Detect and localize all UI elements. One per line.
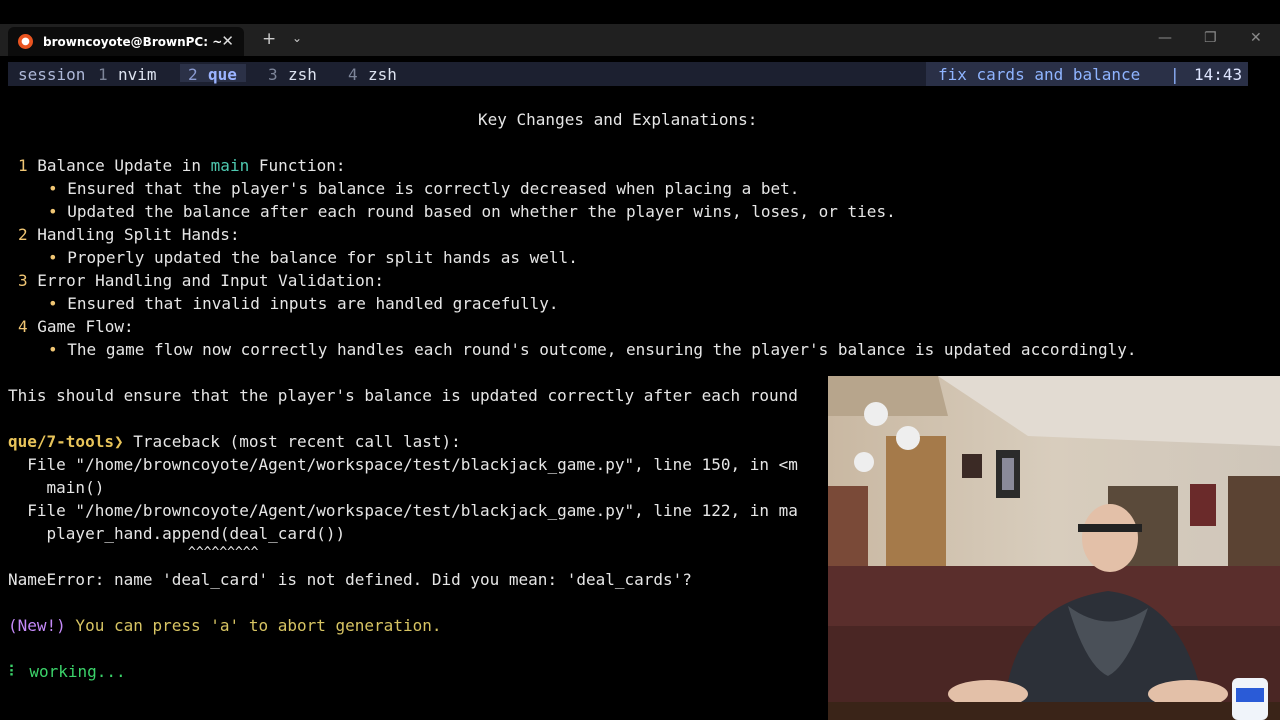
prompt-line: que/7-tools❯ Traceback (most recent call…	[8, 432, 461, 452]
item-title-code: main	[210, 156, 250, 175]
error-line: NameError: name 'deal_card' is not defin…	[8, 570, 692, 589]
item-title-pre: Balance Update in	[37, 156, 211, 175]
output-heading: Key Changes and Explanations:	[478, 110, 758, 129]
item-number: 1	[18, 156, 28, 175]
notice-text: You can press 'a' to abort generation.	[65, 616, 442, 635]
bullet-text: Properly updated the balance for split h…	[67, 248, 578, 267]
terminal-tab[interactable]: ● browncoyote@BrownPC: ~ ✕	[8, 27, 244, 56]
list-item: 3 Error Handling and Input Validation:	[18, 271, 384, 291]
tab-close-button[interactable]: ✕	[221, 32, 234, 50]
list-item: 4 Game Flow:	[18, 317, 134, 337]
tab-dropdown-button[interactable]: ⌄	[292, 31, 302, 45]
webcam-overlay	[828, 376, 1280, 720]
item-number: 3	[18, 271, 28, 290]
working-text: working...	[19, 662, 126, 681]
list-bullet: • Updated the balance after each round b…	[48, 202, 896, 221]
item-number: 4	[18, 317, 28, 336]
list-item: 2 Handling Split Hands:	[18, 225, 240, 245]
bullet-text: Updated the balance after each round bas…	[67, 202, 896, 221]
status-time: 14:43	[1194, 65, 1243, 84]
window-name[interactable]: zsh	[288, 65, 317, 84]
list-bullet: • Ensured that invalid inputs are handle…	[48, 294, 559, 313]
spinner-icon: ⠇	[8, 662, 20, 681]
window-index: 3	[268, 65, 278, 84]
traceback-line: player_hand.append(deal_card())	[8, 524, 346, 543]
status-separator: |	[1170, 65, 1180, 84]
active-window-name[interactable]: que	[208, 65, 237, 84]
window-name[interactable]: nvim	[118, 65, 157, 84]
tmux-status-bar: session 1 nvim 2 que 3 zsh 4 zsh fix car…	[8, 62, 1248, 86]
active-window-index: 2	[188, 65, 198, 84]
working-status: ⠇ working...	[8, 662, 126, 682]
list-item: 1 Balance Update in main Function:	[18, 156, 346, 176]
minimize-button[interactable]: —	[1158, 30, 1172, 46]
restore-button[interactable]: ❐	[1204, 30, 1217, 46]
list-bullet: • The game flow now correctly handles ea…	[48, 340, 1137, 359]
window-name[interactable]: zsh	[368, 65, 397, 84]
traceback-line: File "/home/browncoyote/Agent/workspace/…	[8, 455, 798, 474]
tab-title: browncoyote@BrownPC: ~	[43, 34, 223, 49]
list-bullet: • Properly updated the balance for split…	[48, 248, 578, 267]
notice-tag: (New!)	[8, 616, 66, 635]
list-bullet: • Ensured that the player's balance is c…	[48, 179, 800, 198]
bullet-text: Ensured that invalid inputs are handled …	[67, 294, 559, 313]
summary-text: This should ensure that the player's bal…	[8, 386, 798, 405]
notice-line: (New!) You can press 'a' to abort genera…	[8, 616, 441, 636]
close-window-button[interactable]: ✕	[1250, 30, 1262, 46]
traceback-caret-line: ^^^^^^^^^	[8, 545, 259, 560]
traceback-line: main()	[8, 478, 105, 497]
item-title: Error Handling and Input Validation:	[37, 271, 385, 290]
traceback-header: Traceback (most recent call last):	[123, 432, 461, 451]
ubuntu-icon: ●	[18, 34, 33, 49]
item-title: Handling Split Hands:	[37, 225, 240, 244]
webcam-person-icon	[828, 376, 1280, 720]
item-title-post: Function:	[249, 156, 346, 175]
session-label: session	[18, 65, 86, 84]
shell-prompt: que/7-tools❯	[8, 432, 124, 451]
bullet-text: The game flow now correctly handles each…	[67, 340, 1137, 359]
new-tab-button[interactable]: +	[262, 29, 276, 49]
window-index: 4	[348, 65, 358, 84]
item-title: Game Flow:	[37, 317, 134, 336]
traceback-line: File "/home/browncoyote/Agent/workspace/…	[8, 501, 798, 520]
top-strip	[0, 0, 1280, 24]
window-index: 1	[98, 65, 108, 84]
bullet-text: Ensured that the player's balance is cor…	[67, 179, 800, 198]
pane-title: fix cards and balance	[938, 65, 1141, 84]
item-number: 2	[18, 225, 28, 244]
